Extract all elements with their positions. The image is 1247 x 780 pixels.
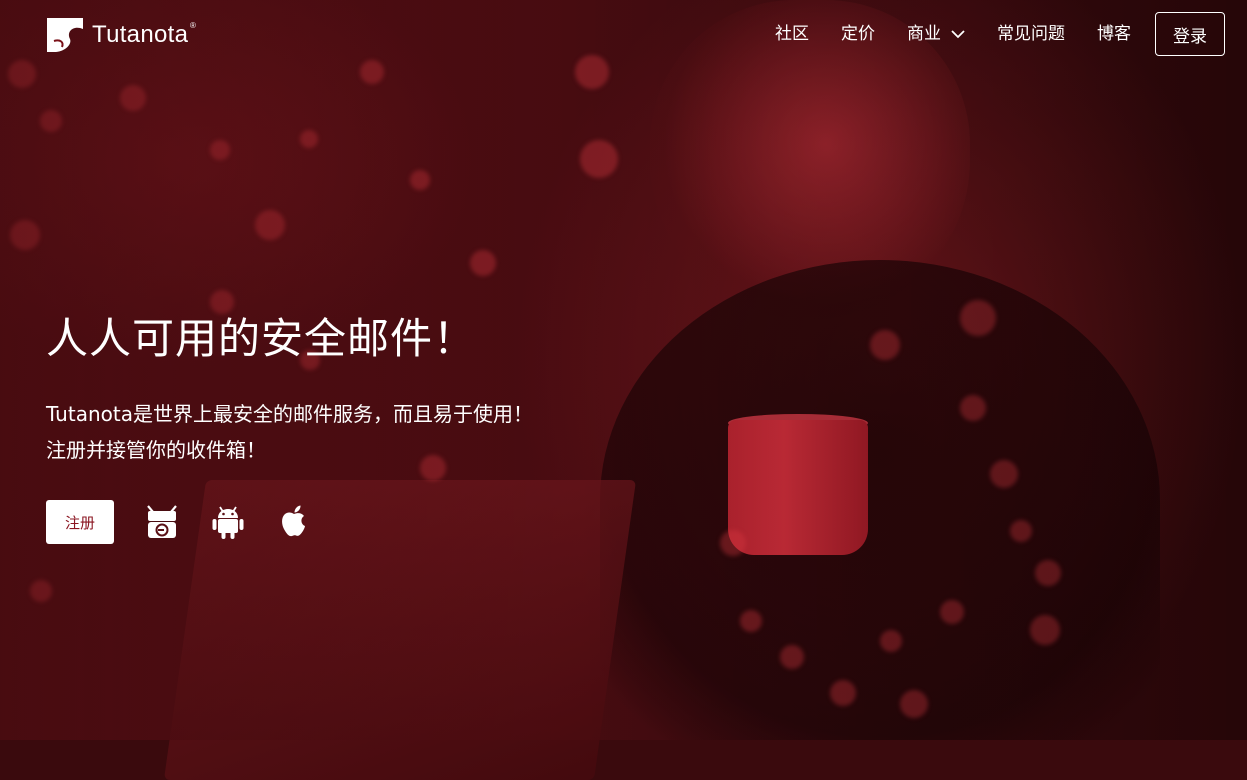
registered-mark: ® — [190, 21, 197, 30]
site-header: Tutanota ® 社区 定价 商业 常见问题 博客 登录 — [0, 0, 1247, 70]
f-droid-glyph — [147, 505, 177, 538]
nav-blog[interactable]: 博客 — [1097, 12, 1131, 56]
chevron-down-icon — [951, 30, 965, 39]
main-nav: 社区 定价 商业 常见问题 博客 登录 — [775, 12, 1225, 56]
nav-community[interactable]: 社区 — [775, 12, 809, 56]
nav-faq[interactable]: 常见问题 — [997, 12, 1065, 56]
hero-title: 人人可用的安全邮件！ — [46, 314, 477, 363]
f-droid-icon[interactable] — [144, 504, 180, 540]
nav-pricing[interactable]: 定价 — [841, 12, 875, 56]
hero-background — [0, 0, 1247, 780]
signup-button[interactable]: 注册 — [46, 500, 114, 544]
cta-row: 注册 — [46, 500, 312, 544]
logo-wordmark: Tutanota — [92, 21, 189, 48]
nav-business-label: 商业 — [907, 24, 941, 44]
android-glyph — [212, 506, 244, 539]
hero-vignette — [0, 0, 1247, 740]
logo-text: Tutanota ® — [92, 21, 196, 49]
android-icon[interactable] — [210, 504, 246, 540]
nav-business[interactable]: 商业 — [907, 12, 965, 56]
apple-icon[interactable] — [276, 504, 312, 540]
login-button[interactable]: 登录 — [1155, 12, 1225, 56]
tutanota-logo-icon — [47, 18, 83, 52]
apple-glyph — [282, 505, 305, 537]
hero-subtitle: Tutanota是世界上最安全的邮件服务，而且易于使用！注册并接管你的收件箱！ — [46, 402, 533, 462]
tutanota-logo[interactable]: Tutanota ® — [46, 16, 196, 54]
